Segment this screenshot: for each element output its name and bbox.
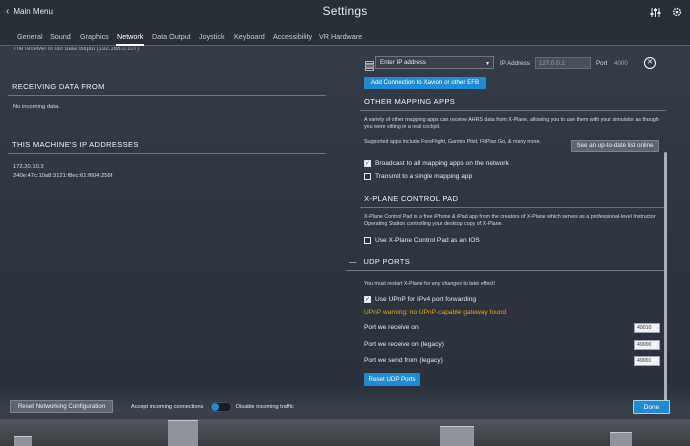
- building-2: [440, 426, 474, 446]
- divider: [360, 207, 666, 208]
- reset-udp-ports-button[interactable]: Reset UDP Ports: [364, 373, 420, 386]
- tab-joystick[interactable]: Joystick: [199, 32, 225, 41]
- tab-graphics[interactable]: Graphics: [80, 32, 109, 41]
- ip-address-label: IP Address: [500, 60, 530, 67]
- single-app-label: Transmit to a single mapping app: [375, 173, 473, 180]
- upnp-label: Use UPnP for IPv4 port forwarding: [375, 296, 477, 303]
- broadcast-checkbox[interactable]: ✓ Broadcast to all mapping apps on the n…: [364, 160, 509, 167]
- chevron-down-icon: ▾: [485, 61, 489, 67]
- disable-incoming-label: Disable incoming traffic: [236, 404, 294, 410]
- udp-ports-heading: UDP PORTS: [363, 257, 411, 266]
- building-4: [14, 436, 32, 446]
- control-pad-ios-checkbox[interactable]: Use X-Plane Control Pad as an IOS: [364, 237, 480, 244]
- building-3: [610, 432, 632, 446]
- header-bar: ‹ Main Menu Settings: [0, 0, 690, 28]
- see-list-online-button[interactable]: See an up-to-date list online: [571, 140, 659, 152]
- port-receive-legacy-label: Port we receive on (legacy): [364, 341, 444, 348]
- incoming-status: No incoming data.: [13, 104, 60, 110]
- tab-sound[interactable]: Sound: [50, 32, 71, 41]
- upnp-warning: UPnP warning: no UPnP-capable gateway fo…: [364, 309, 507, 316]
- accept-connections-label: Accept incoming connections: [131, 404, 204, 410]
- upnp-checkbox[interactable]: ✓ Use UPnP for IPv4 port forwarding: [364, 296, 476, 303]
- control-pad-heading: X-PLANE CONTROL PAD: [364, 194, 459, 203]
- port-input[interactable]: 4000: [614, 60, 628, 67]
- sliders-icon[interactable]: [648, 5, 662, 19]
- broadcast-label: Broadcast to all mapping apps on the net…: [375, 160, 509, 167]
- done-button[interactable]: Done: [633, 400, 670, 414]
- mapping-apps-heading: OTHER MAPPING APPS: [364, 97, 456, 106]
- receiving-heading: RECEIVING DATA FROM: [12, 82, 105, 91]
- port-receive-label: Port we receive on: [364, 324, 419, 331]
- divider: [360, 110, 666, 111]
- toggle-knob: [211, 403, 219, 411]
- building-1: [168, 420, 198, 446]
- scrollbar[interactable]: [664, 152, 667, 410]
- divider: [8, 95, 326, 96]
- tab-general[interactable]: General: [17, 32, 43, 41]
- divider: [346, 270, 666, 271]
- server-icon: [365, 58, 374, 71]
- port-receive-legacy-input[interactable]: 49000: [634, 340, 660, 350]
- page-title: Settings: [322, 4, 368, 18]
- udp-ports-collapse[interactable]: — UDP PORTS: [349, 257, 410, 266]
- close-icon[interactable]: ✕: [644, 57, 656, 69]
- port-send-legacy-input[interactable]: 49001: [634, 356, 660, 366]
- checkmark-icon: ✓: [364, 296, 371, 303]
- port-send-legacy-label: Port we send from (legacy): [364, 357, 443, 364]
- checkbox-empty-icon: [364, 173, 371, 180]
- settings-tabs: General Sound Graphics Network Data Outp…: [0, 28, 690, 46]
- ip-address-dropdown[interactable]: Enter IP address ▾: [375, 56, 494, 69]
- divider: [8, 153, 326, 154]
- tab-network[interactable]: Network: [115, 32, 145, 46]
- control-pad-ios-label: Use X-Plane Control Pad as an IOS: [375, 237, 480, 244]
- tab-data-output[interactable]: Data Output: [152, 32, 191, 41]
- single-app-checkbox[interactable]: Transmit to a single mapping app: [364, 173, 472, 180]
- ipv6-address: 240e:47c:10a8:3121:f8ec:61:f604:256f: [13, 173, 113, 179]
- checkmark-icon: ✓: [364, 160, 371, 167]
- tab-keyboard[interactable]: Keyboard: [234, 32, 265, 41]
- reset-networking-button[interactable]: Reset Networking Configuration: [10, 400, 113, 413]
- gear-icon[interactable]: [670, 5, 684, 19]
- port-receive-input[interactable]: 49010: [634, 323, 660, 333]
- tab-vr-hardware[interactable]: VR Hardware: [319, 32, 362, 41]
- ip-address-input[interactable]: 127.0.0.1: [535, 57, 591, 69]
- ip-dropdown-placeholder: Enter IP address: [380, 59, 426, 66]
- add-connection-button[interactable]: Add Connection to Xavion or other EFB: [364, 77, 486, 89]
- control-pad-description: X-Plane Control Pad is a free iPhone & i…: [364, 214, 656, 228]
- ip-addresses-heading: THIS MACHINE'S IP ADDRESSES: [12, 140, 139, 149]
- ipv4-address: 172.20.10.3: [13, 164, 44, 170]
- port-label: Port: [596, 60, 608, 67]
- output-receiver-text: The receiver of our data output (192.168…: [13, 47, 140, 52]
- collapse-icon: —: [349, 257, 357, 266]
- checkbox-empty-icon: [364, 237, 371, 244]
- tab-accessibility[interactable]: Accessibility: [273, 32, 312, 41]
- incoming-connections-toggle[interactable]: [209, 402, 232, 412]
- supported-apps-text: Supported apps include ForeFlight, Garmi…: [364, 139, 541, 145]
- mapping-description: A variety of other mapping apps can rece…: [364, 117, 659, 131]
- restart-note: You must restart X-Plane for any changes…: [364, 281, 496, 287]
